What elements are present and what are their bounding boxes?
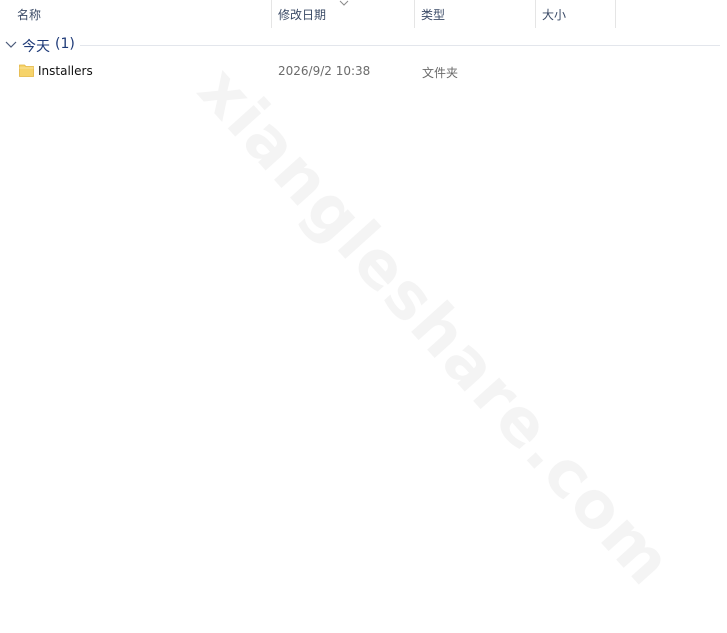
file-date-modified: 2026/9/2 10:38 (278, 64, 371, 78)
column-header-type-label: 类型 (421, 7, 446, 22)
group-title: 今天 (22, 39, 50, 55)
group-divider (80, 45, 720, 46)
group-label: 今天 (1) (22, 36, 75, 56)
file-name[interactable]: Installers (38, 64, 93, 78)
column-header-type[interactable]: 类型 (415, 0, 536, 28)
column-header-name[interactable]: 名称 (11, 0, 271, 28)
watermark-text: xiangleshare.com (183, 53, 686, 600)
column-header-size-label: 大小 (542, 7, 567, 22)
column-header-name-label: 名称 (17, 7, 42, 22)
group-count: (1) (55, 36, 75, 52)
file-type: 文件夹 (422, 66, 459, 80)
column-header-date-modified[interactable]: 修改日期 (271, 0, 415, 28)
chevron-down-icon[interactable] (4, 40, 18, 50)
column-header-size[interactable]: 大小 (536, 0, 616, 28)
list-item[interactable]: Installers 2026/9/2 10:38 文件夹 (0, 60, 727, 82)
column-header-bar: 名称 修改日期 类型 大小 (0, 0, 727, 28)
group-header-today[interactable]: 今天 (1) (0, 34, 727, 56)
file-explorer-view: 名称 修改日期 类型 大小 今天 (1) Installers 2026/9/2 (0, 0, 727, 633)
folder-icon (19, 64, 34, 77)
column-header-date-label: 修改日期 (278, 7, 327, 22)
